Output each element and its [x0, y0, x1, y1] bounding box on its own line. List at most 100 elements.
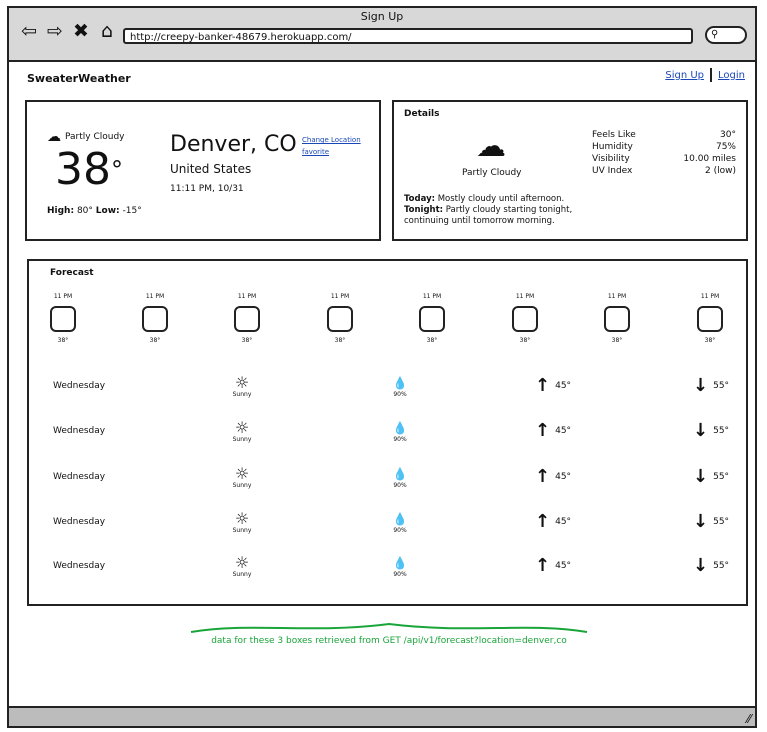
- forward-arrow-icon[interactable]: ⇨: [45, 21, 65, 41]
- summary-label: Sunny: [232, 391, 252, 398]
- daily-precip: 💧 90%: [385, 420, 415, 443]
- search-field[interactable]: ⚲: [705, 26, 747, 44]
- visibility-value: 10.00 miles: [683, 154, 736, 164]
- today-label: Today:: [404, 194, 436, 204]
- daily-precip: 💧 90%: [385, 555, 415, 578]
- details-table: Feels Like 30° Humidity 75% Visibility 10.0…: [592, 129, 736, 177]
- arrow-down-icon: ↓: [693, 555, 709, 576]
- daily-row: Wednesday ☼ Sunny 💧 90% ↑ 45° ↓ 55°: [29, 555, 746, 595]
- weather-icon: [419, 306, 445, 332]
- hourly-item: 11 PM 38°: [412, 293, 452, 344]
- daily-summary: ☼ Sunny: [227, 555, 257, 579]
- back-arrow-icon[interactable]: ⇦: [19, 21, 39, 41]
- hour-time: 11 PM: [607, 293, 627, 300]
- raindrop-icon: 💧: [392, 421, 408, 435]
- details-row: Humidity 75%: [592, 141, 736, 153]
- hour-temp: 38°: [611, 337, 623, 344]
- high-value: 45°: [555, 516, 572, 527]
- weather-icon: [50, 306, 76, 332]
- annotation-note: data for these 3 boxes retrieved from GE…: [211, 636, 567, 646]
- hour-time: 11 PM: [422, 293, 442, 300]
- sun-icon: ☼: [234, 464, 250, 483]
- close-icon[interactable]: ✖: [71, 21, 91, 41]
- hour-temp: 38°: [334, 337, 346, 344]
- details-title: Details: [404, 109, 440, 119]
- change-location-link[interactable]: Change Location: [302, 136, 361, 144]
- arrow-up-icon: ↑: [535, 420, 551, 441]
- precip-value: 90%: [393, 571, 407, 578]
- daily-low: ↓ 55°: [693, 466, 729, 487]
- day-name: Wednesday: [53, 517, 106, 527]
- cloud-download-icon: ☁: [47, 129, 61, 145]
- home-icon[interactable]: ⌂: [97, 21, 117, 41]
- humidity-value: 75%: [715, 142, 736, 152]
- hour-temp: 38°: [57, 337, 69, 344]
- hour-time: 11 PM: [330, 293, 350, 300]
- degree-symbol: °: [111, 156, 123, 184]
- signup-link[interactable]: Sign Up: [665, 70, 704, 81]
- day-name: Wednesday: [53, 472, 106, 482]
- high-value: 45°: [555, 560, 572, 571]
- hour-temp: 38°: [149, 337, 161, 344]
- sun-icon: ☼: [234, 373, 250, 392]
- summary-label: Sunny: [232, 571, 252, 578]
- daily-summary: ☼ Sunny: [227, 420, 257, 444]
- weather-icon: [327, 306, 353, 332]
- high-value: 45°: [555, 471, 572, 482]
- summary-label: Sunny: [232, 482, 252, 489]
- arrow-up-icon: ↑: [535, 555, 551, 576]
- hour-temp: 38°: [704, 337, 716, 344]
- status-bar: ⁄⁄: [9, 706, 755, 726]
- humidity-label: Humidity: [592, 142, 633, 152]
- low-label: Low:: [95, 206, 120, 216]
- current-temp-value: 38: [55, 144, 111, 195]
- hourly-item: 11 PM 38°: [227, 293, 267, 344]
- current-condition-label: Partly Cloudy: [65, 132, 125, 142]
- precip-value: 90%: [393, 436, 407, 443]
- details-summary: Today: Mostly cloudy until afternoon. To…: [404, 194, 584, 227]
- arrow-up-icon: ↑: [535, 511, 551, 532]
- details-row: Feels Like 30°: [592, 129, 736, 141]
- low-value: 55°: [713, 471, 730, 482]
- resize-grip-icon[interactable]: ⁄⁄: [747, 712, 751, 726]
- hourly-item: 11 PM 38°: [597, 293, 637, 344]
- precip-value: 90%: [393, 391, 407, 398]
- arrow-down-icon: ↓: [693, 466, 709, 487]
- hourly-item: 11 PM 38°: [505, 293, 545, 344]
- auth-links: Sign Up Login: [665, 68, 745, 82]
- current-condition: ☁ Partly Cloudy: [47, 129, 125, 145]
- precip-value: 90%: [393, 482, 407, 489]
- daily-precip: 💧 90%: [385, 375, 415, 398]
- high-label: High:: [47, 206, 75, 216]
- daily-low: ↓ 55°: [693, 511, 729, 532]
- raindrop-icon: 💧: [392, 376, 408, 390]
- weather-icon: [142, 306, 168, 332]
- daily-row: Wednesday ☼ Sunny 💧 90% ↑ 45° ↓ 55°: [29, 420, 746, 460]
- weather-icon: [512, 306, 538, 332]
- login-link[interactable]: Login: [718, 70, 745, 81]
- arrow-down-icon: ↓: [693, 511, 709, 532]
- hour-temp: 38°: [426, 337, 438, 344]
- raindrop-icon: 💧: [392, 512, 408, 526]
- arrow-up-icon: ↑: [535, 375, 551, 396]
- hour-temp: 38°: [241, 337, 253, 344]
- low-value: 55°: [713, 425, 730, 436]
- window-title: Sign Up: [360, 10, 404, 23]
- brand-logo[interactable]: SweaterWeather: [27, 72, 131, 85]
- url-input[interactable]: http://creepy-banker-48679.herokuapp.com…: [123, 28, 693, 44]
- daily-summary: ☼ Sunny: [227, 464, 257, 490]
- annotation-brace: [190, 622, 588, 633]
- divider: [710, 68, 713, 82]
- country-name: United States: [170, 162, 252, 176]
- hour-time: 11 PM: [515, 293, 535, 300]
- favorite-link[interactable]: favorite: [302, 148, 329, 156]
- daily-row: Wednesday ☼ Sunny 💧 90% ↑ 45° ↓ 55°: [29, 375, 746, 415]
- cloud-download-icon: ☁: [476, 129, 506, 164]
- day-name: Wednesday: [53, 381, 106, 391]
- low-value: -15°: [122, 206, 142, 216]
- details-condition: Partly Cloudy: [462, 168, 522, 178]
- daily-precip: 💧 90%: [385, 511, 415, 534]
- hour-time: 11 PM: [145, 293, 165, 300]
- daily-summary: ☼ Sunny: [227, 511, 257, 535]
- daily-low: ↓ 55°: [693, 555, 729, 576]
